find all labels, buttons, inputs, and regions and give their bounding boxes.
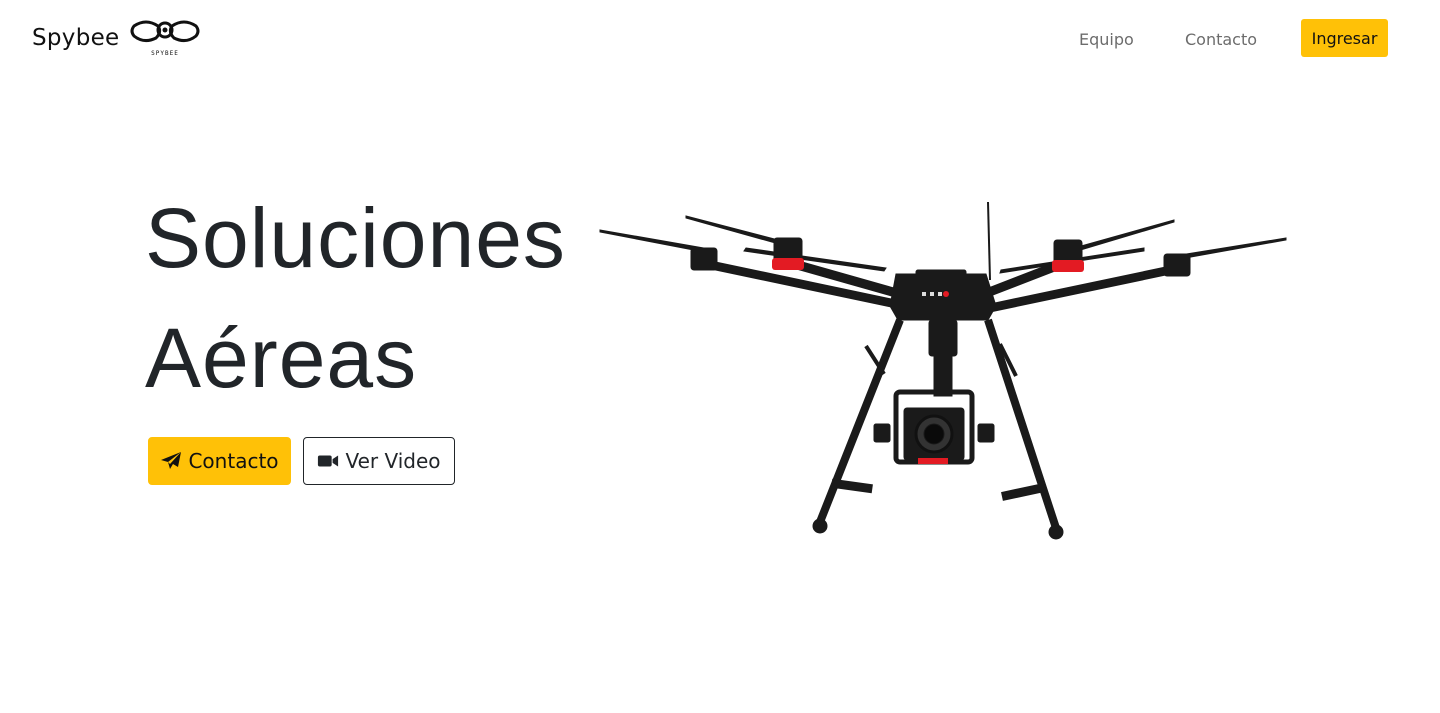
navbar: Spybee SPYBEE Equipo Contacto Ingresar xyxy=(0,0,1440,78)
nav-item-equipo[interactable]: Equipo xyxy=(1079,30,1134,49)
drone-image xyxy=(599,201,1287,540)
brand-name: Spybee xyxy=(32,25,120,51)
hero-title-line2: Aéreas xyxy=(145,311,418,405)
bee-eyes-logo-icon: SPYBEE xyxy=(130,20,200,57)
watch-video-button-label: Ver Video xyxy=(345,449,441,473)
video-camera-icon xyxy=(317,451,339,471)
contact-button-label: Contacto xyxy=(188,449,279,473)
hero-title-line1: Soluciones xyxy=(145,191,566,285)
hero-title: Soluciones Aéreas xyxy=(145,178,566,418)
login-button[interactable]: Ingresar xyxy=(1301,19,1388,57)
contact-button[interactable]: Contacto xyxy=(148,437,291,485)
nav-item-contacto[interactable]: Contacto xyxy=(1185,30,1257,49)
paper-plane-icon xyxy=(160,451,182,471)
watch-video-button[interactable]: Ver Video xyxy=(303,437,455,485)
brand-link[interactable]: Spybee SPYBEE xyxy=(32,18,202,58)
brand-logo-text: SPYBEE xyxy=(151,50,179,57)
